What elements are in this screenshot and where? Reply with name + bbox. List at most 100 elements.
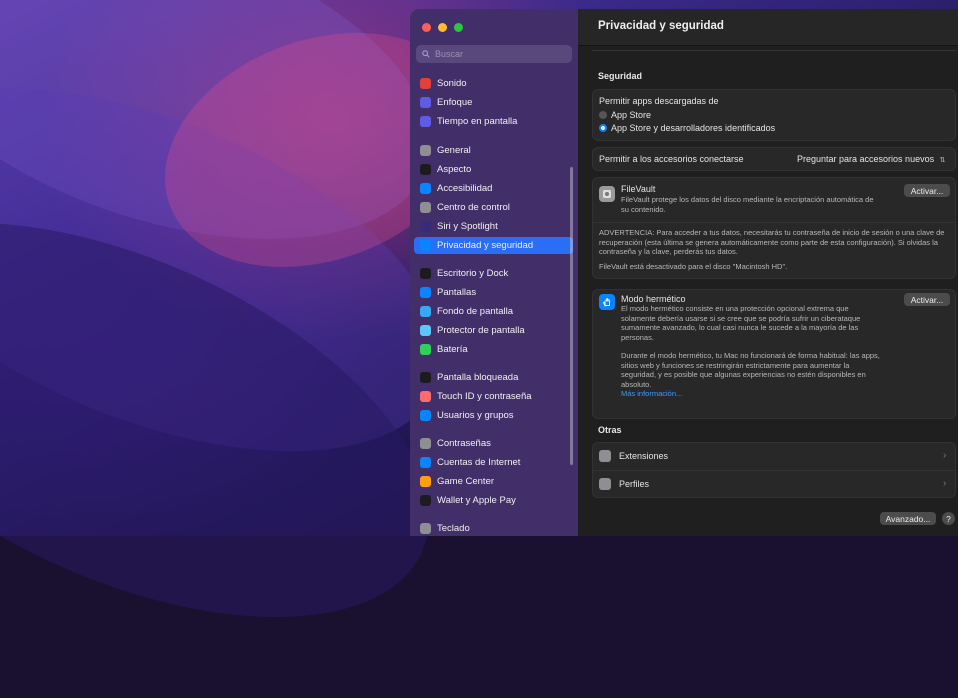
sidebar-item[interactable]: Fondo de pantalla — [414, 303, 573, 320]
wallpaper-icon — [420, 306, 431, 317]
control-center-icon — [420, 202, 431, 213]
filevault-description: FileVault protege los datos del disco me… — [621, 195, 874, 214]
help-button[interactable]: ? — [942, 512, 955, 525]
sidebar-item[interactable]: General — [414, 142, 573, 159]
sidebar-item[interactable]: Usuarios y grupos — [414, 407, 573, 424]
sidebar-item-label: Contraseñas — [437, 438, 491, 449]
sidebar-item-label: Aspecto — [437, 164, 472, 175]
search-field[interactable] — [416, 45, 572, 63]
sidebar-item-label: Wallet y Apple Pay — [437, 495, 516, 506]
allow-apps-card: Permitir apps descargadas de App Store A… — [592, 89, 956, 141]
divider — [592, 50, 956, 51]
hourglass-icon — [420, 116, 431, 127]
lockdown-card: Modo hermético El modo hermético consist… — [592, 289, 956, 419]
hand-icon — [420, 240, 431, 251]
sidebar-item[interactable]: Protector de pantalla — [414, 322, 573, 339]
users-icon — [420, 410, 431, 421]
others-heading: Otras — [598, 425, 622, 435]
sidebar-item[interactable]: Cuentas de Internet — [414, 454, 573, 471]
minimize-window-button[interactable] — [438, 23, 447, 32]
chevron-right-icon: › — [943, 450, 947, 461]
lockdown-description-2: Durante el modo hermético, tu Mac no fun… — [621, 351, 880, 389]
sidebar-item[interactable]: Aspecto — [414, 161, 573, 178]
extensions-icon — [599, 450, 611, 462]
accessories-value: Preguntar para accesorios nuevos — [797, 154, 935, 164]
sidebar-item-label: Privacidad y seguridad — [437, 240, 534, 251]
sidebar-item-label: Tiempo en pantalla — [437, 116, 518, 127]
profiles-icon — [599, 478, 611, 490]
sidebar-item[interactable]: Touch ID y contraseña — [414, 388, 573, 405]
sidebar-item-label: Usuarios y grupos — [437, 410, 514, 421]
sidebar-item[interactable]: Sonido — [414, 75, 573, 92]
sidebar-item[interactable]: Pantalla bloqueada — [414, 369, 573, 386]
sidebar-item[interactable]: Batería — [414, 341, 573, 358]
others-row-extensions[interactable]: Extensiones › — [593, 443, 955, 470]
sidebar-item-label: Accesibilidad — [437, 183, 493, 194]
close-window-button[interactable] — [422, 23, 431, 32]
extensions-label: Extensiones — [619, 451, 669, 461]
sidebar-item-label: Touch ID y contraseña — [437, 391, 532, 402]
sidebar-item[interactable]: Centro de control — [414, 199, 573, 216]
others-card: Extensiones › Perfiles › — [592, 442, 956, 498]
accessibility-icon — [420, 183, 431, 194]
filevault-warning: ADVERTENCIA: Para acceder a tus datos, n… — [599, 228, 945, 256]
battery-icon — [420, 344, 431, 355]
sidebar-item[interactable]: Contraseñas — [414, 435, 573, 452]
sidebar-item-label: General — [437, 145, 471, 156]
option-app-store-label: App Store — [611, 110, 652, 120]
sidebar-scrollbar[interactable] — [570, 167, 573, 465]
main-pane: Privacidad y seguridad Seguridad Permiti… — [578, 9, 958, 536]
accessories-label: Permitir a los accesorios conectarse — [599, 154, 744, 164]
allow-apps-label: Permitir apps descargadas de — [599, 96, 719, 106]
sidebar-item[interactable]: Siri y Spotlight — [414, 218, 573, 235]
sidebar-item[interactable]: Privacidad y seguridad — [414, 237, 573, 254]
lock-icon — [420, 372, 431, 383]
sidebar-item[interactable]: Wallet y Apple Pay — [414, 492, 573, 509]
sidebar-item[interactable]: Enfoque — [414, 94, 573, 111]
hand-raised-icon — [599, 294, 615, 310]
chevron-right-icon: › — [943, 478, 947, 489]
sidebar-item-label: Teclado — [437, 523, 470, 534]
appearance-icon — [420, 164, 431, 175]
game-center-icon — [420, 476, 431, 487]
sidebar-item[interactable]: Tiempo en pantalla — [414, 113, 573, 130]
screensaver-icon — [420, 325, 431, 336]
key-icon — [420, 438, 431, 449]
sidebar-item-label: Protector de pantalla — [437, 325, 525, 336]
sidebar-item[interactable]: Teclado — [414, 520, 573, 536]
more-info-link[interactable]: Más información... — [621, 389, 682, 399]
sidebar-item[interactable]: Pantallas — [414, 284, 573, 301]
dock-icon — [420, 268, 431, 279]
lockdown-activate-button[interactable]: Activar... — [904, 293, 950, 306]
sidebar-item-label: Sonido — [437, 78, 467, 89]
advanced-button[interactable]: Avanzado... — [880, 512, 936, 525]
filevault-activate-button[interactable]: Activar... — [904, 184, 950, 197]
sidebar-item[interactable]: Accesibilidad — [414, 180, 573, 197]
filevault-icon — [599, 186, 615, 202]
display-icon — [420, 287, 431, 298]
divider — [593, 222, 955, 223]
moon-icon — [420, 97, 431, 108]
accessories-popup[interactable]: Preguntar para accesorios nuevos ⇅ — [797, 154, 945, 164]
lockdown-title: Modo hermético — [621, 294, 686, 304]
filevault-card: FileVault FileVault protege los datos de… — [592, 177, 956, 279]
speaker-icon — [420, 78, 431, 89]
sidebar-item-label: Siri y Spotlight — [437, 221, 498, 232]
fingerprint-icon — [420, 391, 431, 402]
sidebar-item[interactable]: Game Center — [414, 473, 573, 490]
radio-app-store[interactable] — [599, 111, 607, 119]
sidebar-item[interactable]: Escritorio y Dock — [414, 265, 573, 282]
search-input[interactable] — [433, 48, 557, 60]
sidebar: Sonido Enfoque Tiempo en pantalla General As… — [410, 9, 578, 536]
search-icon — [422, 50, 430, 58]
keyboard-icon — [420, 523, 431, 534]
accessories-card: Permitir a los accesorios conectarse Pre… — [592, 147, 956, 171]
radio-app-store-devs[interactable] — [599, 124, 607, 132]
page-title: Privacidad y seguridad — [598, 20, 724, 32]
profiles-label: Perfiles — [619, 479, 650, 489]
sidebar-item-label: Fondo de pantalla — [437, 306, 514, 317]
zoom-window-button[interactable] — [454, 23, 463, 32]
sidebar-item-label: Centro de control — [437, 202, 510, 213]
sidebar-item-label: Enfoque — [437, 97, 473, 108]
others-row-profiles[interactable]: Perfiles › — [593, 471, 955, 498]
